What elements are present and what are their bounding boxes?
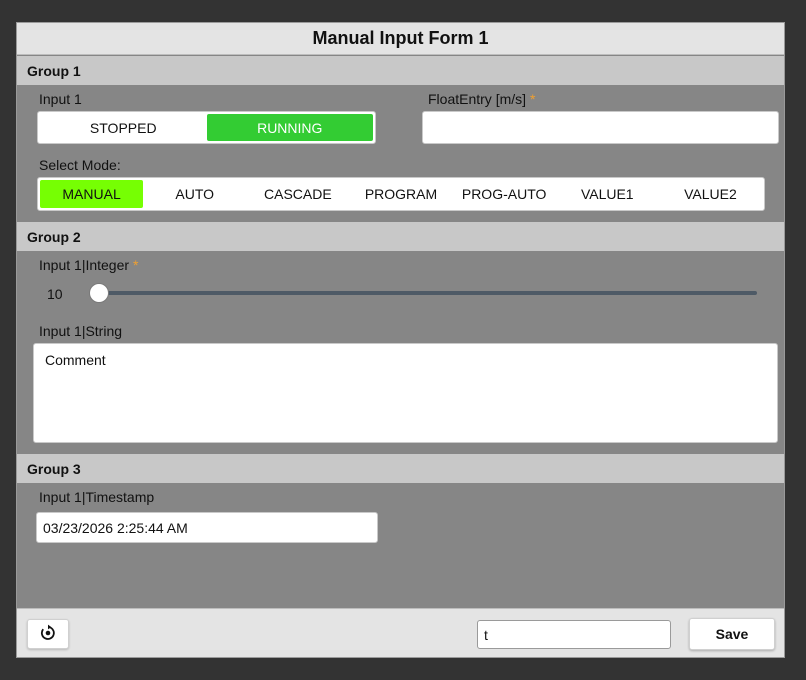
integer-slider-thumb[interactable] (89, 283, 109, 303)
required-marker: * (133, 257, 139, 273)
manual-input-form: Manual Input Form 1 Group 1 Input 1 STOP… (16, 22, 785, 658)
string-label: Input 1|String (39, 323, 123, 339)
integer-slider-track[interactable] (99, 291, 757, 295)
group-2-header: Group 2 (17, 222, 784, 251)
mode-option-manual[interactable]: MANUAL (40, 180, 144, 208)
footer-text-input[interactable]: t (477, 620, 671, 649)
mode-option-prog-auto[interactable]: PROG-AUTO (453, 180, 556, 208)
form-footer: t Save (17, 608, 784, 657)
mode-option-value2[interactable]: VALUE2 (659, 180, 762, 208)
input-1-label: Input 1 (39, 91, 82, 107)
timestamp-input[interactable] (36, 512, 378, 543)
float-entry-input[interactable] (422, 111, 779, 144)
mode-option-auto[interactable]: AUTO (143, 180, 246, 208)
string-textarea[interactable]: Comment (33, 343, 778, 443)
required-marker: * (530, 91, 536, 107)
toggle-option-running[interactable]: RUNNING (206, 114, 373, 141)
mode-option-cascade[interactable]: CASCADE (246, 180, 349, 208)
reset-button[interactable] (27, 619, 69, 649)
form-title: Manual Input Form 1 (17, 23, 784, 55)
mode-selector: MANUAL AUTO CASCADE PROGRAM PROG-AUTO VA… (37, 177, 765, 211)
group-1-header: Group 1 (17, 56, 784, 85)
group-3-header: Group 3 (17, 454, 784, 483)
float-entry-label: FloatEntry [m/s] * (428, 91, 535, 107)
integer-slider-value: 10 (47, 286, 63, 302)
select-mode-label: Select Mode: (39, 157, 121, 173)
mode-option-program[interactable]: PROGRAM (349, 180, 452, 208)
mode-option-value1[interactable]: VALUE1 (556, 180, 659, 208)
float-entry-label-text: FloatEntry [m/s] (428, 91, 527, 107)
integer-label-text: Input 1|Integer (39, 257, 130, 273)
run-state-toggle: STOPPED RUNNING (37, 111, 376, 144)
save-button[interactable]: Save (689, 618, 775, 650)
integer-label: Input 1|Integer * (39, 257, 139, 273)
reset-icon (39, 624, 57, 645)
toggle-option-stopped[interactable]: STOPPED (40, 114, 207, 141)
timestamp-label: Input 1|Timestamp (39, 489, 155, 505)
